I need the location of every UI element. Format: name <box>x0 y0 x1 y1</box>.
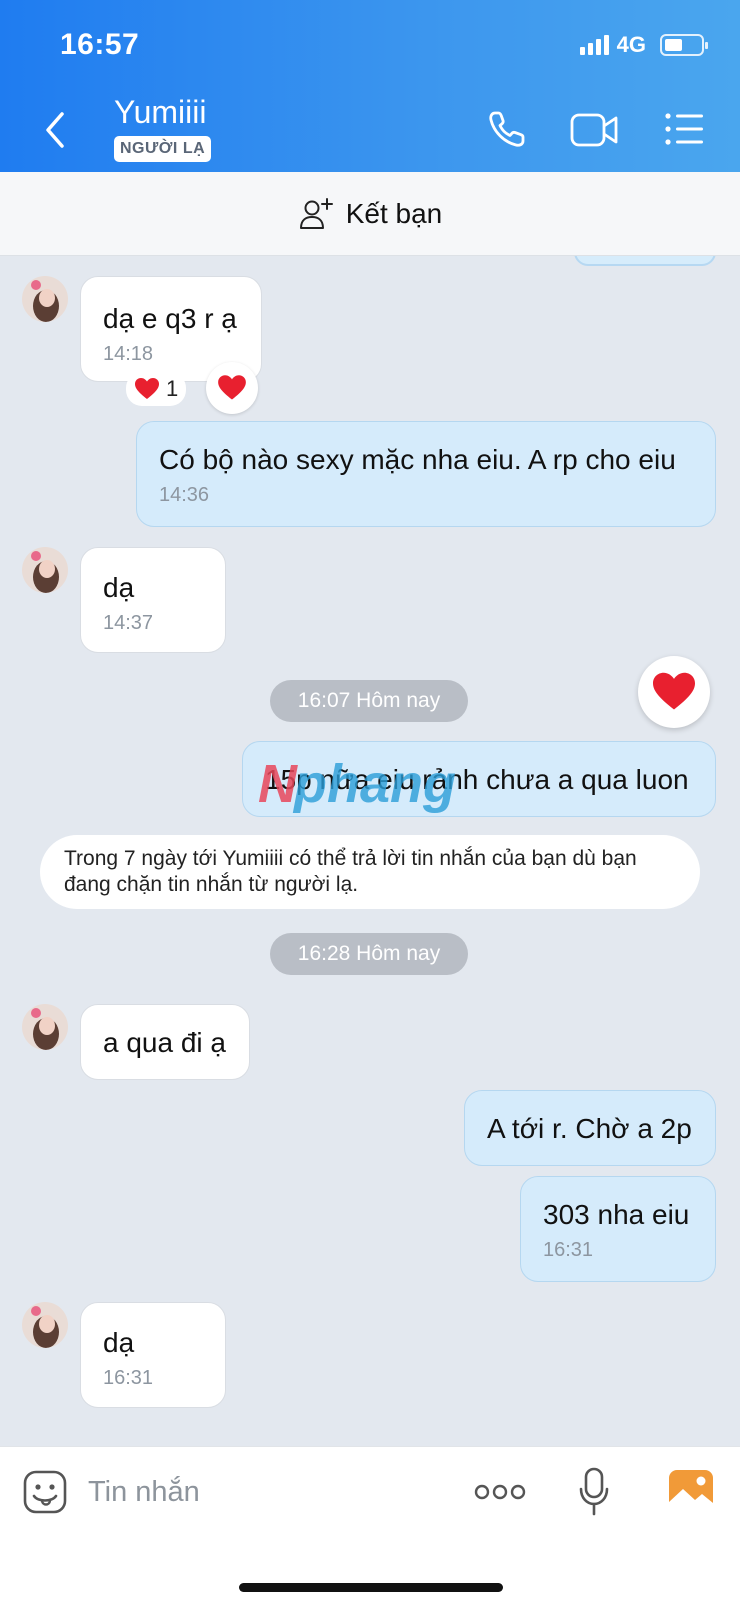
reaction-summary[interactable]: 1 <box>126 372 187 406</box>
react-button[interactable] <box>206 362 258 414</box>
message-time: 16:31 <box>543 1239 594 1261</box>
avatar[interactable] <box>22 276 68 322</box>
avatar[interactable] <box>22 547 68 593</box>
microphone-icon <box>579 1467 609 1516</box>
battery-icon <box>660 34 708 56</box>
avatar[interactable] <box>22 1004 68 1050</box>
incoming-message[interactable]: a qua đi ạ <box>80 1004 250 1080</box>
home-indicator <box>239 1583 503 1592</box>
message-time: 16:31 <box>103 1367 154 1389</box>
add-friend-button[interactable]: Kết bạn <box>0 172 740 256</box>
sticker-button[interactable] <box>22 1469 68 1520</box>
more-button[interactable] <box>474 1481 526 1508</box>
message-text: A tới r. Chờ a 2p <box>487 1113 692 1144</box>
back-icon <box>46 112 64 148</box>
stranger-badge: NGƯỜI LẠ <box>114 136 212 162</box>
react-button[interactable] <box>638 656 710 728</box>
status-time: 16:57 <box>60 28 140 61</box>
message-text: 303 nha eiu <box>543 1199 690 1230</box>
heart-icon <box>135 378 159 399</box>
message-time: 14:18 <box>103 343 154 365</box>
chat-header: 16:57 4G Yumiiii NGƯỜI LẠ <box>0 0 740 172</box>
phone-icon <box>489 111 525 147</box>
image-icon <box>669 1470 713 1510</box>
previous-message-bubble <box>574 256 716 266</box>
message-text: dạ e q3 r ạ <box>103 303 237 334</box>
message-text: 15p nữa eiu rảnh chưa a qua luon <box>265 764 689 795</box>
message-text: dạ <box>103 572 135 603</box>
time-divider: 16:07 Hôm nay <box>270 680 468 722</box>
add-friend-icon <box>299 197 333 229</box>
time-divider: 16:28 Hôm nay <box>270 933 468 975</box>
menu-button[interactable] <box>664 112 704 151</box>
outgoing-message[interactable]: 15p nữa eiu rảnh chưa a qua luon <box>242 741 716 817</box>
status-indicators: 4G <box>579 32 708 58</box>
reaction-count: 1 <box>166 376 179 401</box>
message-input-bar <box>0 1446 740 1600</box>
outgoing-message[interactable]: Có bộ nào sexy mặc nha eiu. A rp cho eiu… <box>136 421 716 527</box>
menu-list-icon <box>665 113 703 145</box>
message-time: 14:37 <box>103 612 154 634</box>
video-call-button[interactable] <box>570 112 620 153</box>
more-icon <box>474 1484 526 1500</box>
avatar[interactable] <box>22 1302 68 1348</box>
network-type: 4G <box>616 32 646 57</box>
heart-icon <box>653 672 695 710</box>
message-text: dạ <box>103 1327 135 1358</box>
call-button[interactable] <box>486 108 528 155</box>
incoming-message[interactable]: dạ 14:37 <box>80 547 226 653</box>
outgoing-message[interactable]: A tới r. Chờ a 2p <box>464 1090 716 1166</box>
signal-icon <box>579 35 609 55</box>
image-button[interactable] <box>668 1469 714 1516</box>
voice-button[interactable] <box>578 1467 610 1522</box>
message-text: Có bộ nào sexy mặc nha eiu. A rp cho eiu <box>159 444 676 475</box>
video-call-icon <box>570 113 618 147</box>
back-button[interactable] <box>36 108 76 152</box>
heart-icon <box>218 375 246 400</box>
chat-area[interactable]: dạ e q3 r ạ 14:18 1 Có bộ nào sexy mặc n… <box>0 256 740 1446</box>
message-time: 14:36 <box>159 484 210 506</box>
contact-name[interactable]: Yumiiii <box>114 94 206 131</box>
message-input[interactable] <box>88 1469 438 1515</box>
stranger-notice: Trong 7 ngày tới Yumiiii có thể trả lời … <box>40 835 700 909</box>
message-text: a qua đi ạ <box>103 1027 226 1058</box>
incoming-message[interactable]: dạ 16:31 <box>80 1302 226 1408</box>
outgoing-message[interactable]: 303 nha eiu 16:31 <box>520 1176 716 1282</box>
add-friend-label: Kết bạn <box>345 197 443 229</box>
sticker-icon <box>23 1470 67 1514</box>
